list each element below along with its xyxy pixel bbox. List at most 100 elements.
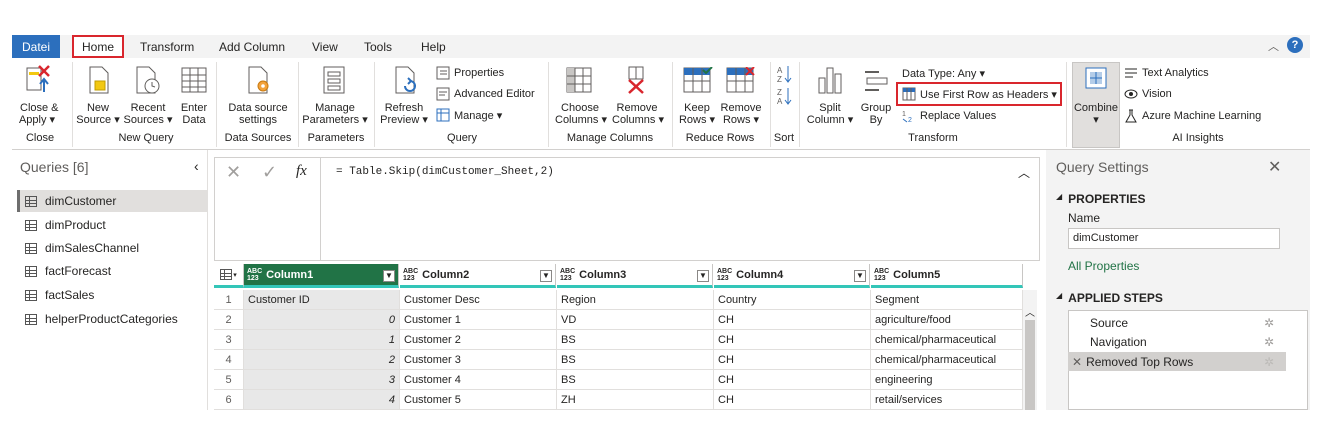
table-cell[interactable]: BS (557, 330, 714, 350)
tab-home[interactable]: Home (72, 35, 124, 58)
refresh-preview-button[interactable]: Preview ▾ (378, 114, 430, 126)
query-item-factsales[interactable]: factSales (17, 284, 208, 306)
sort-ascending-icon[interactable]: A Z (777, 64, 793, 84)
vision-button[interactable]: Vision (1124, 88, 1172, 100)
close-icon[interactable]: ✕ (1268, 157, 1281, 177)
table-cell[interactable]: CH (714, 330, 871, 350)
properties-button[interactable]: Properties (436, 66, 504, 80)
data-source-settings-label-1[interactable]: Data source (224, 102, 292, 114)
group-by-button[interactable]: By (862, 114, 890, 126)
text-analytics-button[interactable]: Text Analytics (1124, 67, 1209, 79)
new-source-label-1[interactable]: New (81, 102, 115, 114)
table-cell[interactable]: Segment (871, 290, 1023, 310)
table-cell[interactable]: BS (557, 350, 714, 370)
table-cell[interactable]: Customer 4 (400, 370, 557, 390)
table-cell[interactable]: Customer 2 (400, 330, 557, 350)
tab-help[interactable]: Help (421, 40, 446, 54)
azure-ml-button[interactable]: Azure Machine Learning (1124, 109, 1261, 123)
column-header-2[interactable]: ABC 123 Column2 (400, 264, 556, 288)
column-filter-button[interactable]: ▼ (383, 270, 395, 282)
remove-rows-label-1[interactable]: Remove (718, 102, 764, 114)
use-first-row-as-headers-button[interactable]: Use First Row as Headers ▾ (902, 87, 1057, 101)
table-cell[interactable]: Customer 1 (400, 310, 557, 330)
recent-sources-label-1[interactable]: Recent (126, 102, 170, 114)
table-cell[interactable]: Country (714, 290, 871, 310)
cancel-icon[interactable]: ✕ (226, 162, 241, 183)
table-cell[interactable]: agriculture/food (871, 310, 1023, 330)
table-cell[interactable]: ZH (557, 390, 714, 410)
tab-view[interactable]: View (312, 40, 338, 54)
table-menu-button[interactable]: ▾ (214, 264, 244, 288)
enter-data-button[interactable]: Data (178, 114, 210, 126)
step-source[interactable]: Source ✲ (1068, 313, 1308, 332)
all-properties-link[interactable]: All Properties (1068, 259, 1139, 273)
split-column-label-1[interactable]: Split (812, 102, 848, 114)
manage-parameters-button[interactable]: Parameters ▾ (300, 114, 370, 126)
collapse-formula-icon[interactable]: ︿ (1018, 164, 1030, 181)
commit-icon[interactable]: ✓ (262, 162, 277, 183)
remove-rows-button[interactable]: Rows ▾ (720, 114, 762, 126)
table-cell[interactable]: retail/services (871, 390, 1023, 410)
advanced-editor-button[interactable]: Advanced Editor (436, 87, 535, 101)
tab-add-column[interactable]: Add Column (219, 40, 285, 54)
table-cell[interactable]: CH (714, 370, 871, 390)
tab-transform[interactable]: Transform (140, 40, 194, 54)
column-header-4[interactable]: ABC 123 Column4 (714, 264, 870, 288)
step-navigation[interactable]: Navigation ✲ (1068, 332, 1308, 351)
refresh-preview-label-1[interactable]: Refresh (380, 102, 428, 114)
gear-icon[interactable]: ✲ (1264, 355, 1274, 369)
table-cell[interactable]: Customer ID (244, 290, 400, 310)
choose-columns-button[interactable]: Columns ▾ (552, 114, 610, 126)
column-filter-button[interactable]: ▼ (540, 270, 552, 282)
properties-section-header[interactable]: ◢ PROPERTIES (1056, 192, 1146, 206)
collapse-ribbon-icon[interactable]: ︿ (1268, 38, 1279, 54)
keep-rows-label-1[interactable]: Keep (680, 102, 714, 114)
delete-step-icon[interactable]: ✕ (1072, 355, 1082, 369)
group-by-label-1[interactable]: Group (858, 102, 894, 114)
applied-steps-header[interactable]: ◢ APPLIED STEPS (1056, 291, 1163, 305)
column-filter-button[interactable]: ▼ (697, 270, 709, 282)
table-cell[interactable]: Customer 3 (400, 350, 557, 370)
column-header-3[interactable]: ABC 123 Column3 (557, 264, 713, 288)
name-input[interactable]: dimCustomer (1068, 228, 1280, 249)
table-cell[interactable]: Customer 5 (400, 390, 557, 410)
collapse-queries-icon[interactable]: ‹ (194, 158, 199, 174)
query-item-dimcustomer[interactable]: dimCustomer (17, 190, 208, 212)
column-filter-button[interactable]: ▼ (854, 270, 866, 282)
table-cell[interactable]: CH (714, 350, 871, 370)
gear-icon[interactable]: ✲ (1264, 335, 1274, 349)
step-removed-top-rows[interactable]: ✕ Removed Top Rows ✲ (1068, 352, 1286, 371)
table-cell[interactable]: 2 (244, 350, 400, 370)
enter-data-label-1[interactable]: Enter (178, 102, 210, 114)
keep-rows-button[interactable]: Rows ▾ (676, 114, 718, 126)
sort-descending-icon[interactable]: Z A (777, 86, 793, 106)
table-cell[interactable]: CH (714, 390, 871, 410)
table-cell[interactable]: engineering (871, 370, 1023, 390)
query-item-factforecast[interactable]: factForecast (17, 260, 208, 282)
remove-columns-button[interactable]: Columns ▾ (610, 114, 666, 126)
choose-columns-label-1[interactable]: Choose (558, 102, 602, 114)
column-header-5[interactable]: ABC 123 Column5 (871, 264, 1023, 288)
table-cell[interactable]: chemical/pharmaceutical (871, 330, 1023, 350)
table-cell[interactable]: BS (557, 370, 714, 390)
manage-button[interactable]: Manage ▾ (436, 108, 502, 122)
formula-input[interactable]: = Table.Skip(dimCustomer_Sheet,2) (336, 166, 554, 178)
tab-tools[interactable]: Tools (364, 40, 392, 54)
gear-icon[interactable]: ✲ (1264, 316, 1274, 330)
table-cell[interactable]: chemical/pharmaceutical (871, 350, 1023, 370)
table-cell[interactable]: 3 (244, 370, 400, 390)
new-source-button[interactable]: Source ▾ (76, 114, 120, 126)
help-icon[interactable]: ? (1287, 37, 1303, 53)
data-source-settings-button[interactable]: settings (224, 114, 292, 126)
manage-parameters-label-1[interactable]: Manage (304, 102, 366, 114)
data-type-dropdown[interactable]: Data Type: Any ▾ (902, 67, 985, 80)
query-item-helperproductcategories[interactable]: helperProductCategories (17, 308, 208, 330)
tab-datei[interactable]: Datei (12, 35, 60, 59)
table-cell[interactable]: 4 (244, 390, 400, 410)
replace-values-button[interactable]: 12 Replace Values (902, 109, 996, 123)
query-item-dimproduct[interactable]: dimProduct (17, 214, 208, 236)
query-item-dimsaleschannel[interactable]: dimSalesChannel (17, 237, 208, 259)
scrollbar-thumb[interactable] (1025, 320, 1035, 410)
table-cell[interactable]: Region (557, 290, 714, 310)
close-apply-button[interactable]: Apply ▾ (18, 114, 56, 126)
